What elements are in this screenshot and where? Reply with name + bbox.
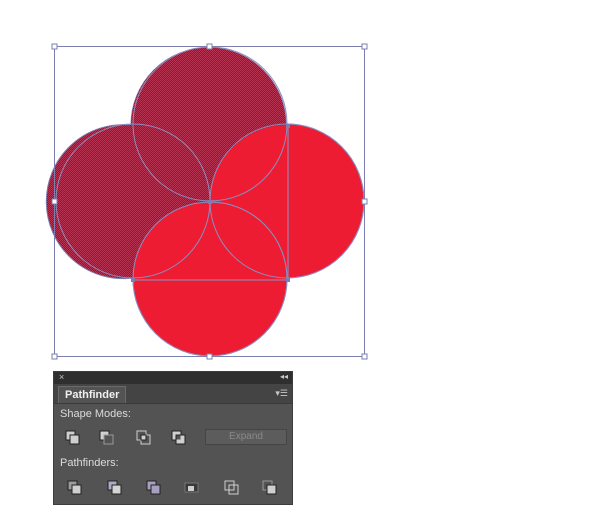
divide-icon — [67, 480, 82, 495]
bottom-circle[interactable] — [132, 201, 288, 357]
exclude-icon — [171, 430, 186, 445]
handle-top-center — [206, 43, 213, 50]
handle-bottom-left — [51, 353, 58, 360]
handle-top-left — [51, 43, 58, 50]
pathfinder-panel: × ◂◂ Pathfinder ▾☰ Shape Modes: Expand P… — [53, 371, 293, 505]
minus-back-icon — [262, 480, 277, 495]
divide-button[interactable] — [64, 478, 86, 496]
handle-top-right — [361, 43, 368, 50]
handle-middle-left — [51, 198, 58, 205]
merge-button[interactable] — [143, 478, 165, 496]
pathfinders-label: Pathfinders: — [60, 457, 119, 469]
trim-icon — [107, 480, 122, 495]
minus-front-button[interactable] — [96, 428, 118, 446]
close-icon[interactable]: × — [59, 371, 64, 383]
handle-bottom-right — [361, 353, 368, 360]
trim-button[interactable] — [104, 478, 126, 496]
outline-button[interactable] — [221, 478, 243, 496]
expand-button[interactable]: Expand — [205, 429, 287, 445]
panel-tab-bar: Pathfinder — [54, 384, 292, 404]
merge-icon — [146, 480, 161, 495]
minus-front-icon — [99, 430, 114, 445]
minus-back-button[interactable] — [259, 478, 281, 496]
shape-modes-label: Shape Modes: — [60, 408, 131, 420]
panel-title-bar[interactable]: × ◂◂ — [54, 372, 292, 384]
exclude-button[interactable] — [168, 428, 190, 446]
unite-button[interactable] — [62, 428, 84, 446]
intersect-button[interactable] — [133, 428, 155, 446]
crop-button[interactable] — [181, 478, 203, 496]
collapse-icon[interactable]: ◂◂ — [280, 371, 288, 383]
outline-icon — [224, 480, 239, 495]
tab-pathfinder[interactable]: Pathfinder — [58, 386, 127, 403]
unite-icon — [65, 430, 80, 445]
handle-middle-right — [361, 198, 368, 205]
crop-icon — [184, 482, 199, 493]
panel-menu-icon[interactable]: ▾☰ — [275, 388, 288, 399]
handle-bottom-center — [206, 353, 213, 360]
intersect-icon — [136, 430, 151, 445]
